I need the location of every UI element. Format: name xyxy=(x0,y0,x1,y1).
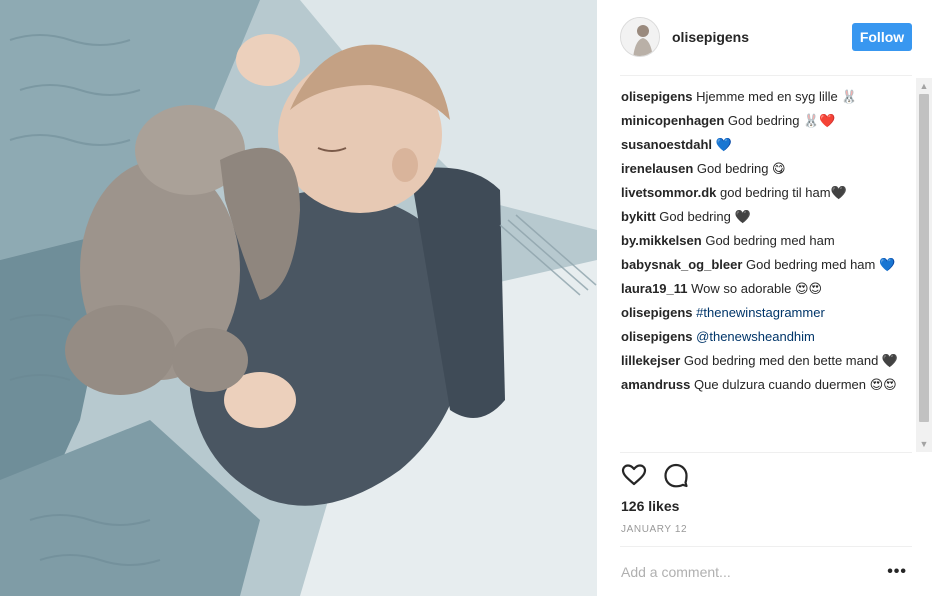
header-divider xyxy=(620,75,912,76)
heart-icon xyxy=(621,464,647,486)
comment-author[interactable]: olisepigens xyxy=(621,89,693,104)
comment-item: minicopenhagen God bedring 🐰❤️ xyxy=(621,112,913,130)
comment-text: Hjemme med en syg lille 🐰 xyxy=(696,89,858,104)
comment-item: laura19_11 Wow so adorable 😍😍 xyxy=(621,280,913,298)
comment-author[interactable]: amandruss xyxy=(621,377,690,392)
scrollbar-thumb[interactable] xyxy=(919,94,929,422)
comment-text: God bedring 🐰❤️ xyxy=(727,113,836,128)
follow-button[interactable]: Follow xyxy=(852,23,912,51)
comment-text: God bedring med ham xyxy=(705,233,835,248)
comment-item: by.mikkelsen God bedring med ham xyxy=(621,232,913,250)
comment-item: olisepigens @thenewsheandhim xyxy=(621,328,913,346)
comment-item: olisepigens Hjemme med en syg lille 🐰 xyxy=(621,88,913,106)
comment-text: Que dulzura cuando duermen 😍😍 xyxy=(694,377,897,392)
comment-author[interactable]: olisepigens xyxy=(621,305,693,320)
post-photo[interactable] xyxy=(0,0,597,596)
likes-count[interactable]: 126 likes xyxy=(621,498,679,514)
more-options-button[interactable]: ••• xyxy=(887,563,907,581)
comment-bubble-icon xyxy=(664,463,688,488)
comment-author[interactable]: minicopenhagen xyxy=(621,113,724,128)
comment-item: bykitt God bedring 🖤 xyxy=(621,208,913,226)
mention-link[interactable]: @thenewsheandhim xyxy=(696,329,815,344)
comment-author[interactable]: babysnak_og_bleer xyxy=(621,257,742,272)
scroll-down-icon[interactable]: ▼ xyxy=(916,436,932,452)
comment-author[interactable]: laura19_11 xyxy=(621,281,688,296)
comment-author[interactable]: irenelausen xyxy=(621,161,693,176)
comments-list: olisepigens Hjemme med en syg lille 🐰 mi… xyxy=(621,88,913,454)
comment-button[interactable] xyxy=(663,462,689,488)
comment-item: irenelausen God bedring 😋 xyxy=(621,160,913,178)
comment-item: babysnak_og_bleer God bedring med ham 💙 xyxy=(621,256,913,274)
comment-item: livetsommor.dk god bedring til ham🖤 xyxy=(621,184,913,202)
baby-with-bunny-photo xyxy=(0,0,597,596)
post-date: JANUARY 12 xyxy=(621,524,688,535)
post-header: olisepigens Follow xyxy=(620,14,912,60)
hashtag-link[interactable]: #thenewinstagrammer xyxy=(696,305,825,320)
add-comment-section: ••• xyxy=(621,562,913,582)
user-avatar[interactable] xyxy=(620,17,660,57)
username-link[interactable]: olisepigens xyxy=(672,29,852,45)
add-comment-input[interactable] xyxy=(621,564,888,580)
action-bar xyxy=(621,462,689,488)
comment-text: God bedring med den bette mand 🖤 xyxy=(683,353,899,368)
comment-author[interactable]: susanoestdahl xyxy=(621,137,712,152)
avatar-image-icon xyxy=(621,18,659,56)
comments-divider xyxy=(620,452,912,453)
comment-item: susanoestdahl 💙 xyxy=(621,136,913,154)
comment-item: olisepigens #thenewinstagrammer xyxy=(621,304,913,322)
comment-text: God bedring med ham 💙 xyxy=(746,257,896,272)
comment-text: God bedring 🖤 xyxy=(659,209,751,224)
footer-divider xyxy=(620,546,912,547)
comment-author[interactable]: bykitt xyxy=(621,209,656,224)
instagram-post: olisepigens Follow olisepigens Hjemme me… xyxy=(0,0,932,596)
comment-text: Wow so adorable 😍😍 xyxy=(691,281,823,296)
comment-item: lillekejser God bedring med den bette ma… xyxy=(621,352,913,370)
comments-scrollbar[interactable]: ▲ ▼ xyxy=(916,78,932,452)
comment-item: amandruss Que dulzura cuando duermen 😍😍 xyxy=(621,376,913,394)
scroll-up-icon[interactable]: ▲ xyxy=(916,78,932,94)
comment-text: god bedring til ham🖤 xyxy=(720,185,847,200)
comment-author[interactable]: olisepigens xyxy=(621,329,693,344)
comment-author[interactable]: by.mikkelsen xyxy=(621,233,702,248)
like-button[interactable] xyxy=(621,462,647,488)
comment-author[interactable]: lillekejser xyxy=(621,353,680,368)
comment-text: 💙 xyxy=(715,137,732,152)
comment-text: God bedring 😋 xyxy=(696,161,786,176)
comment-author[interactable]: livetsommor.dk xyxy=(621,185,716,200)
